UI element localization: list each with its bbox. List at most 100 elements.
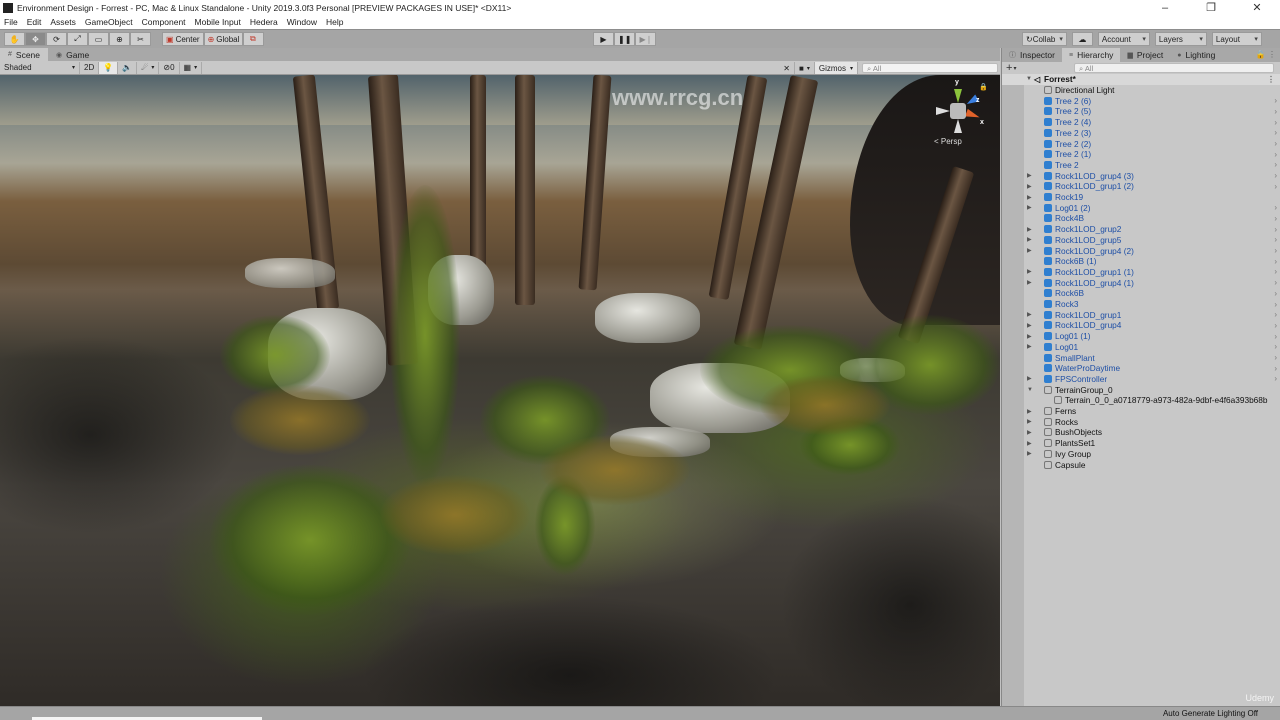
- scene-menu-icon[interactable]: ⋮: [1267, 75, 1275, 84]
- menu-help[interactable]: Help: [326, 17, 343, 27]
- prefab-open-chevron-icon[interactable]: ›: [1274, 182, 1277, 191]
- expand-arrow-icon[interactable]: ▶: [1027, 183, 1032, 190]
- tab-hierarchy[interactable]: ≡ Hierarchy: [1061, 48, 1121, 62]
- hierarchy-item[interactable]: ▶ Rocks: [1002, 416, 1280, 427]
- hierarchy-item[interactable]: ▶ Rock1LOD_grup1 ›: [1002, 309, 1280, 320]
- prefab-open-chevron-icon[interactable]: ›: [1274, 118, 1277, 127]
- rotate-tool-button[interactable]: ⟳: [46, 32, 67, 46]
- hierarchy-item[interactable]: Tree 2 (2) ›: [1002, 138, 1280, 149]
- expand-arrow-icon[interactable]: ▶: [1027, 429, 1032, 436]
- hierarchy-item[interactable]: ▶ Rock1LOD_grup4 ›: [1002, 320, 1280, 331]
- hierarchy-item[interactable]: ▶ Rock1LOD_grup1 (2) ›: [1002, 181, 1280, 192]
- hierarchy-item[interactable]: Tree 2 (6) ›: [1002, 95, 1280, 106]
- hierarchy-item[interactable]: Tree 2 ›: [1002, 160, 1280, 171]
- prefab-open-chevron-icon[interactable]: ›: [1274, 300, 1277, 309]
- grid-dropdown[interactable]: ▦ ▾: [180, 61, 203, 74]
- scene-viewport[interactable]: www.rrcg.cn y z x 🔒 < Persp 人人素材: [0, 75, 1000, 706]
- tab-project[interactable]: ▆ Project: [1120, 48, 1170, 62]
- hierarchy-item[interactable]: ▶ Rock1LOD_grup4 (2) ›: [1002, 245, 1280, 256]
- prefab-open-chevron-icon[interactable]: ›: [1274, 353, 1277, 362]
- hierarchy-item[interactable]: Tree 2 (1) ›: [1002, 149, 1280, 160]
- hierarchy-item[interactable]: ▶ Rock1LOD_grup5 ›: [1002, 235, 1280, 246]
- expand-arrow-icon[interactable]: ▶: [1027, 194, 1032, 201]
- effects-dropdown[interactable]: ☄ ▾: [137, 61, 160, 74]
- lock-icon[interactable]: 🔒: [979, 83, 988, 91]
- cloud-button[interactable]: ☁: [1071, 32, 1093, 46]
- prefab-open-chevron-icon[interactable]: ›: [1274, 278, 1277, 287]
- prefab-open-chevron-icon[interactable]: ›: [1274, 96, 1277, 105]
- expand-arrow-icon[interactable]: ▶: [1027, 247, 1032, 254]
- tab-game[interactable]: ◉ Game: [48, 48, 97, 61]
- tab-inspector[interactable]: ⓘ Inspector: [1002, 48, 1062, 62]
- hierarchy-item[interactable]: WaterProDaytime ›: [1002, 363, 1280, 374]
- hierarchy-item[interactable]: ▶ Ivy Group: [1002, 449, 1280, 460]
- minimize-button[interactable]: –: [1142, 0, 1188, 15]
- gizmos-dropdown[interactable]: Gizmos ▾: [814, 62, 858, 74]
- tools-button[interactable]: ✕: [779, 62, 795, 74]
- prefab-open-chevron-icon[interactable]: ›: [1274, 139, 1277, 148]
- menu-window[interactable]: Window: [287, 17, 317, 27]
- snap-button[interactable]: ⧉: [243, 32, 265, 46]
- gizmo-center-cube[interactable]: [950, 103, 966, 119]
- expand-arrow-icon[interactable]: ▶: [1027, 333, 1032, 340]
- menu-edit[interactable]: Edit: [27, 17, 42, 27]
- expand-arrow-icon[interactable]: ▼: [1026, 76, 1032, 82]
- hierarchy-item[interactable]: ▶ PlantsSet1: [1002, 438, 1280, 449]
- prefab-open-chevron-icon[interactable]: ›: [1274, 267, 1277, 276]
- menu-assets[interactable]: Assets: [50, 17, 76, 27]
- prefab-open-chevron-icon[interactable]: ›: [1274, 246, 1277, 255]
- hierarchy-item[interactable]: ▶ FPSController ›: [1002, 374, 1280, 385]
- hierarchy-item[interactable]: Rock4B ›: [1002, 213, 1280, 224]
- expand-arrow-icon[interactable]: ▶: [1027, 204, 1032, 211]
- expand-arrow-icon[interactable]: ▶: [1027, 343, 1032, 350]
- hierarchy-item[interactable]: ▶ Rock1LOD_grup2 ›: [1002, 224, 1280, 235]
- lighting-toggle[interactable]: 💡: [99, 61, 119, 74]
- camera-dropdown[interactable]: ■ ▾: [795, 62, 815, 74]
- prefab-open-chevron-icon[interactable]: ›: [1274, 214, 1277, 223]
- menu-file[interactable]: File: [4, 17, 18, 27]
- hierarchy-item[interactable]: Rock3 ›: [1002, 299, 1280, 310]
- hierarchy-item[interactable]: ▶ Log01 (2) ›: [1002, 202, 1280, 213]
- collapse-arrow-icon[interactable]: ▼: [1027, 387, 1033, 393]
- menu-hedera[interactable]: Hedera: [250, 17, 278, 27]
- hierarchy-item[interactable]: Capsule: [1002, 459, 1280, 470]
- prefab-open-chevron-icon[interactable]: ›: [1274, 171, 1277, 180]
- prefab-open-chevron-icon[interactable]: ›: [1274, 321, 1277, 330]
- hierarchy-item[interactable]: ▶ BushObjects: [1002, 427, 1280, 438]
- chevron-down-icon[interactable]: ▾: [1013, 65, 1016, 72]
- y-axis-cone[interactable]: [954, 89, 962, 103]
- hierarchy-item[interactable]: Rock6B (1) ›: [1002, 256, 1280, 267]
- custom-tool-button[interactable]: ✂: [130, 32, 151, 46]
- rect-tool-button[interactable]: ▭: [88, 32, 109, 46]
- expand-arrow-icon[interactable]: ▶: [1027, 279, 1032, 286]
- prefab-open-chevron-icon[interactable]: ›: [1274, 107, 1277, 116]
- expand-arrow-icon[interactable]: ▶: [1027, 375, 1032, 382]
- prefab-open-chevron-icon[interactable]: ›: [1274, 203, 1277, 212]
- prefab-open-chevron-icon[interactable]: ›: [1274, 342, 1277, 351]
- draw-mode-dropdown[interactable]: Shaded ▾: [0, 61, 80, 74]
- pause-button[interactable]: ❚❚: [614, 32, 636, 46]
- expand-arrow-icon[interactable]: ▶: [1027, 226, 1032, 233]
- expand-arrow-icon[interactable]: ▶: [1027, 268, 1032, 275]
- hierarchy-search-input[interactable]: ⌕ All: [1074, 63, 1274, 73]
- transform-tool-button[interactable]: ⊕: [109, 32, 130, 46]
- tab-scene[interactable]: # Scene: [0, 48, 49, 61]
- play-button[interactable]: ▶: [593, 32, 614, 46]
- x-axis-cone[interactable]: [965, 108, 981, 122]
- prefab-open-chevron-icon[interactable]: ›: [1274, 257, 1277, 266]
- layers-dropdown[interactable]: Layers ▾: [1154, 32, 1207, 46]
- prefab-open-chevron-icon[interactable]: ›: [1274, 332, 1277, 341]
- expand-arrow-icon[interactable]: ▶: [1027, 408, 1032, 415]
- prefab-open-chevron-icon[interactable]: ›: [1274, 374, 1277, 383]
- add-object-button[interactable]: +: [1006, 62, 1012, 74]
- pivot-global-button[interactable]: ⊕ Global: [203, 32, 244, 46]
- expand-arrow-icon[interactable]: ▶: [1027, 322, 1032, 329]
- hierarchy-item[interactable]: ▶ Ferns: [1002, 406, 1280, 417]
- menu-gameobject[interactable]: GameObject: [85, 17, 133, 27]
- orientation-gizmo[interactable]: y z x 🔒 < Persp: [928, 79, 988, 149]
- toggle-2d-button[interactable]: 2D: [80, 61, 100, 74]
- expand-arrow-icon[interactable]: ▶: [1027, 172, 1032, 179]
- hierarchy-item[interactable]: ▶ Rock1LOD_grup1 (1) ›: [1002, 267, 1280, 278]
- hierarchy-item[interactable]: SmallPlant ›: [1002, 352, 1280, 363]
- menu-mobile-input[interactable]: Mobile Input: [195, 17, 241, 27]
